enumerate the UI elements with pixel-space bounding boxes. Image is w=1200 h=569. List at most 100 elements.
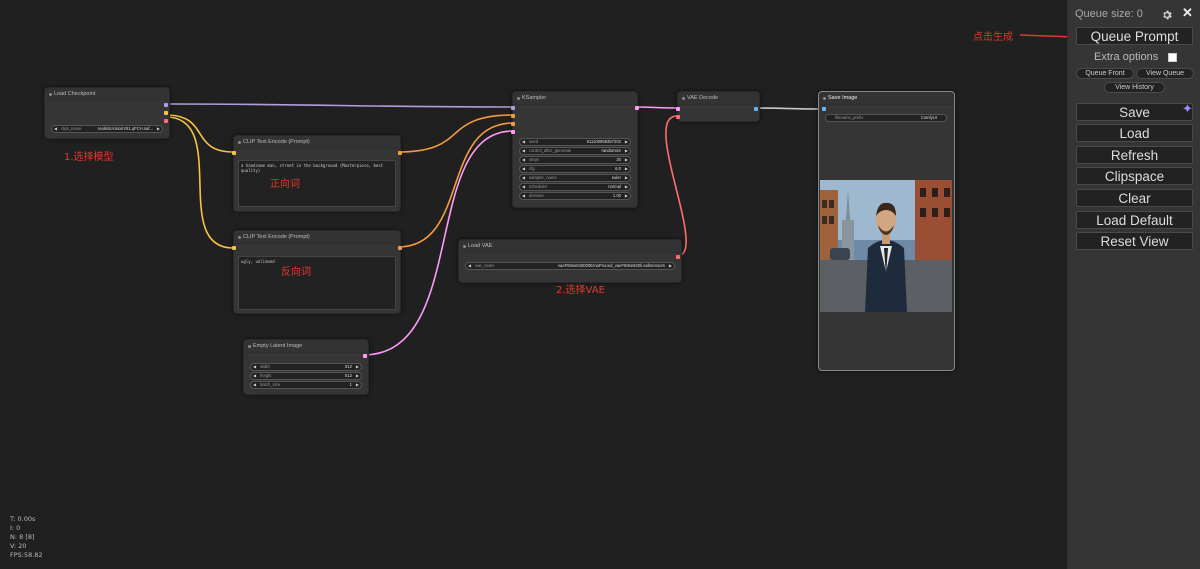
positive-input-slot[interactable]: [511, 114, 515, 118]
prompt-textarea[interactable]: ugly, unlimned: [238, 256, 396, 310]
load-vae-node[interactable]: Load VAE ◀ vae_name vaeFtMse840000EmaPrun…: [458, 239, 682, 283]
reset-view-button[interactable]: Reset View: [1076, 232, 1193, 250]
vae-input-slot[interactable]: [676, 115, 680, 119]
arrow-right-icon[interactable]: ▶: [356, 373, 359, 379]
arrow-right-icon[interactable]: ▶: [625, 139, 628, 145]
latent-output-slot[interactable]: [635, 106, 639, 110]
latent-output-slot[interactable]: [363, 354, 367, 358]
graph-canvas[interactable]: Load Checkpoint ◀ ckpt_name realisticVis…: [0, 0, 1067, 569]
widget-label: height: [260, 373, 272, 378]
view-history-button[interactable]: View History: [1104, 82, 1165, 93]
load-checkpoint-node[interactable]: Load Checkpoint ◀ ckpt_name realisticVis…: [44, 87, 170, 139]
prompt-textarea[interactable]: a handsome man, street in the background…: [238, 160, 396, 207]
arrow-right-icon[interactable]: ▶: [356, 364, 359, 370]
stat-v: V: 20: [10, 542, 27, 550]
arrow-left-icon[interactable]: ◀: [522, 139, 525, 145]
generated-image-preview[interactable]: [820, 180, 952, 312]
widget-value: ComfyUI: [920, 115, 937, 120]
arrow-right-icon[interactable]: ▶: [625, 157, 628, 163]
load-default-button[interactable]: Load Default: [1076, 211, 1193, 229]
sparkle-icon[interactable]: ✦: [1182, 101, 1193, 117]
ksampler-node[interactable]: KSampler ◀ seed 511100958357202 ▶ ◀ control_…: [511, 91, 639, 208]
save-image-node[interactable]: Save Image filename_prefix ComfyUI: [818, 91, 955, 371]
view-queue-button[interactable]: View Queue: [1136, 68, 1194, 79]
negative-input-slot[interactable]: [511, 122, 515, 126]
ckpt-name-widget[interactable]: ◀ ckpt_name realisticVisionV51.qFCH.saf.…: [51, 125, 163, 133]
stat-nodes: N: 8 [8]: [10, 533, 35, 541]
arrow-right-icon[interactable]: ▶: [669, 263, 672, 269]
arrow-left-icon[interactable]: ◀: [54, 126, 57, 132]
arrow-right-icon[interactable]: ▶: [625, 148, 628, 154]
cfg-widget[interactable]: ◀ cfg 6.0 ▶: [519, 165, 631, 173]
model-output-slot[interactable]: [164, 103, 168, 107]
load-button[interactable]: Load: [1076, 124, 1193, 142]
filename-prefix-widget[interactable]: filename_prefix ComfyUI: [825, 114, 947, 122]
close-icon[interactable]: ✕: [1182, 5, 1193, 21]
arrow-left-icon[interactable]: ◀: [253, 373, 256, 379]
denoise-widget[interactable]: ◀ denoise 1.00 ▶: [519, 192, 631, 200]
batch-size-widget[interactable]: ◀ batch_size 1 ▶: [250, 381, 362, 389]
images-input-slot[interactable]: [822, 107, 826, 111]
queue-prompt-button[interactable]: Queue Prompt: [1076, 27, 1193, 45]
arrow-left-icon[interactable]: ◀: [522, 166, 525, 172]
widget-value: normal: [608, 184, 621, 189]
queue-front-button[interactable]: Queue Front: [1076, 68, 1134, 79]
image-output-slot[interactable]: [754, 107, 758, 111]
stat-i: I: 0: [10, 524, 21, 532]
vae-decode-node[interactable]: VAE Decode: [676, 91, 760, 122]
arrow-left-icon[interactable]: ◀: [522, 175, 525, 181]
clip-input-slot[interactable]: [232, 151, 236, 155]
widget-value: realisticVisionV51.qFCH.saf...: [97, 126, 153, 131]
node-title: Load VAE: [459, 240, 681, 253]
arrow-right-icon[interactable]: ▶: [625, 175, 628, 181]
vae-output-slot[interactable]: [164, 119, 168, 123]
arrow-right-icon[interactable]: ▶: [157, 126, 160, 132]
save-button[interactable]: Save: [1076, 103, 1193, 121]
arrow-left-icon[interactable]: ◀: [468, 263, 471, 269]
arrow-left-icon[interactable]: ◀: [522, 148, 525, 154]
seed-widget[interactable]: ◀ seed 511100958357202 ▶: [519, 138, 631, 146]
arrow-left-icon[interactable]: ◀: [522, 193, 525, 199]
arrow-right-icon[interactable]: ▶: [356, 382, 359, 388]
stat-time: T: 0.00s: [10, 515, 36, 523]
control-after-generate-widget[interactable]: ◀ control_after_generate randomize ▶: [519, 147, 631, 155]
arrow-left-icon[interactable]: ◀: [253, 364, 256, 370]
samples-input-slot[interactable]: [676, 107, 680, 111]
model-input-slot[interactable]: [511, 106, 515, 110]
empty-latent-image-node[interactable]: Empty Latent Image ◀ width 512 ▶ ◀ height 5…: [243, 339, 369, 395]
scheduler-widget[interactable]: ◀ scheduler normal ▶: [519, 183, 631, 191]
conditioning-output-slot[interactable]: [398, 151, 402, 155]
extra-options-checkbox[interactable]: [1168, 53, 1177, 62]
arrow-right-icon[interactable]: ▶: [625, 166, 628, 172]
node-title: Load Checkpoint: [45, 88, 169, 101]
width-widget[interactable]: ◀ width 512 ▶: [250, 363, 362, 371]
extra-options-label: Extra options: [1094, 51, 1159, 63]
annotation-select-vae: 2.选择VAE: [556, 285, 605, 296]
arrow-left-icon[interactable]: ◀: [253, 382, 256, 388]
arrow-left-icon[interactable]: ◀: [522, 184, 525, 190]
arrow-left-icon[interactable]: ◀: [522, 157, 525, 163]
vae-name-widget[interactable]: ◀ vae_name vaeFtMse840000EmaPruned_vaeFtM…: [465, 262, 675, 270]
clip-input-slot[interactable]: [232, 246, 236, 250]
render-stats: T: 0.00s I: 0 N: 8 [8] V: 20 FPS:58.82: [10, 515, 43, 560]
node-title: KSampler: [513, 92, 637, 105]
widget-label: seed: [529, 139, 539, 144]
clear-button[interactable]: Clear: [1076, 189, 1193, 207]
vae-output-slot[interactable]: [676, 255, 680, 259]
conditioning-output-slot[interactable]: [398, 246, 402, 250]
sampler-name-widget[interactable]: ◀ sampler_name euler ▶: [519, 174, 631, 182]
widget-label: denoise: [529, 193, 544, 198]
refresh-button[interactable]: Refresh: [1076, 146, 1193, 164]
annotation-select-model: 1.选择模型: [64, 152, 114, 163]
clip-text-encode-negative-node[interactable]: CLIP Text Encode (Prompt) ugly, unlimned: [232, 230, 402, 314]
arrow-right-icon[interactable]: ▶: [625, 193, 628, 199]
clip-output-slot[interactable]: [164, 111, 168, 115]
settings-gear-icon[interactable]: [1161, 9, 1173, 21]
clip-text-encode-positive-node[interactable]: CLIP Text Encode (Prompt) a handsome man…: [232, 135, 402, 212]
arrow-right-icon[interactable]: ▶: [625, 184, 628, 190]
height-widget[interactable]: ◀ height 512 ▶: [250, 372, 362, 380]
clipspace-button[interactable]: Clipspace: [1076, 167, 1193, 185]
latent-input-slot[interactable]: [511, 130, 515, 134]
widget-label: filename_prefix: [835, 115, 864, 120]
steps-widget[interactable]: ◀ steps 20 ▶: [519, 156, 631, 164]
